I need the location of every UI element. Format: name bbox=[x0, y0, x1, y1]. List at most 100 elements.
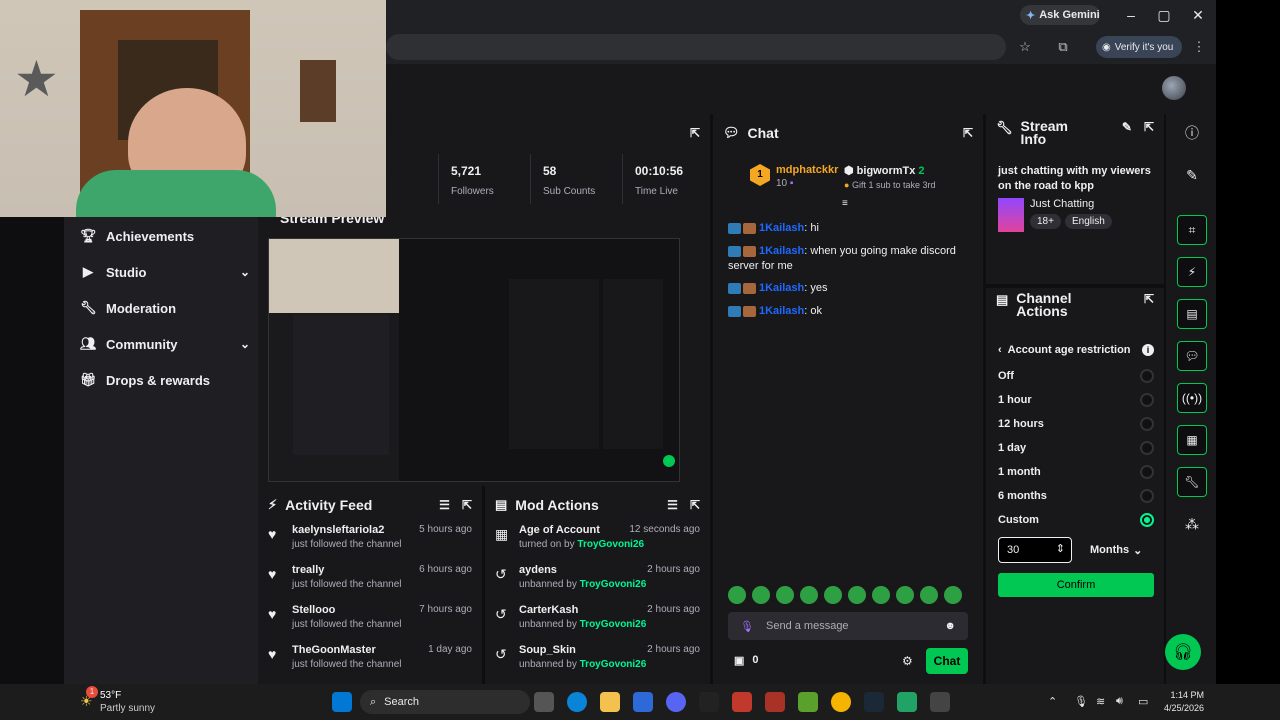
edit-pencil-icon[interactable]: ✎ bbox=[1177, 160, 1207, 190]
filter-icon[interactable]: ☰ bbox=[439, 498, 450, 512]
document-icon[interactable]: ▤ bbox=[1177, 299, 1207, 329]
popout-icon[interactable]: ⇱ bbox=[1144, 120, 1154, 134]
app-icon[interactable] bbox=[732, 692, 752, 712]
bookmark-star-icon[interactable]: ☆ bbox=[1016, 38, 1034, 56]
popout-icon[interactable]: ⇱ bbox=[690, 498, 700, 512]
radio-button[interactable] bbox=[1140, 465, 1154, 479]
taskbar-search[interactable]: ⌕ Search bbox=[360, 690, 530, 714]
close-button[interactable]: ✕ bbox=[1183, 4, 1213, 26]
app-icon[interactable] bbox=[699, 692, 719, 712]
file-explorer-icon[interactable] bbox=[600, 692, 620, 712]
cast-icon[interactable]: ⧉ bbox=[1054, 38, 1072, 56]
back-chevron-icon[interactable]: ‹ bbox=[998, 344, 1002, 356]
address-bar[interactable] bbox=[386, 34, 1006, 60]
app-icon[interactable] bbox=[897, 692, 917, 712]
sidebar-item-studio[interactable]: ▶ Studio ⌄ bbox=[80, 260, 250, 284]
duration-unit-select[interactable]: Months ⌄ bbox=[1082, 537, 1154, 563]
windows-start-icon[interactable] bbox=[332, 692, 352, 712]
weather-widget[interactable]: ☀ 1 53°F Partly sunny bbox=[80, 686, 160, 717]
clip-icon[interactable]: ⌗ bbox=[1177, 215, 1207, 245]
lightning-icon[interactable]: ⚡︎ bbox=[1177, 257, 1207, 287]
sidebar-item-drops[interactable]: 🎁︎ Drops & rewards bbox=[80, 368, 250, 392]
emote-icon[interactable] bbox=[800, 586, 818, 604]
option-off[interactable]: Off bbox=[998, 364, 1154, 388]
volume-icon[interactable]: 🔊︎ bbox=[1116, 695, 1123, 708]
microphone-icon[interactable]: 🎙︎ bbox=[740, 620, 754, 633]
app-icon[interactable] bbox=[765, 692, 785, 712]
extensions-icon[interactable]: ⁂ bbox=[1177, 509, 1207, 539]
sidebar-item-moderation[interactable]: 🔧︎ Moderation bbox=[80, 296, 250, 320]
pinned-leaderboard[interactable]: 1 mdphatckkr 10 ▪ ⬢ bigwormTx 2 ● Gift 1… bbox=[748, 160, 978, 209]
popout-icon[interactable]: ⇱ bbox=[1144, 292, 1154, 306]
tray-chevron-icon[interactable]: ⌃ bbox=[1048, 695, 1057, 708]
minimize-button[interactable]: – bbox=[1116, 4, 1146, 26]
popout-icon[interactable]: ⇱ bbox=[690, 126, 700, 140]
sidebar-item-community[interactable]: 👥︎ Community ⌄ bbox=[80, 332, 250, 356]
tag[interactable]: English bbox=[1064, 214, 1112, 229]
option-12-hours[interactable]: 12 hours bbox=[998, 412, 1154, 436]
option-1-hour[interactable]: 1 hour bbox=[998, 388, 1154, 412]
app-icon[interactable] bbox=[930, 692, 950, 712]
option-1-month[interactable]: 1 month bbox=[998, 460, 1154, 484]
info-icon[interactable]: i bbox=[1142, 344, 1154, 356]
edge-icon[interactable] bbox=[567, 692, 587, 712]
emote-icon[interactable] bbox=[872, 586, 890, 604]
emote-icon[interactable] bbox=[920, 586, 938, 604]
stream-preview-image[interactable] bbox=[268, 238, 680, 482]
microphone-icon[interactable]: 🎙︎ bbox=[1074, 695, 1088, 708]
chat-bubble-icon[interactable]: 💬︎ bbox=[1177, 341, 1207, 371]
emote-icon[interactable] bbox=[776, 586, 794, 604]
radio-button[interactable] bbox=[1140, 441, 1154, 455]
popout-icon[interactable]: ⇱ bbox=[462, 498, 472, 512]
emote-icon[interactable] bbox=[896, 586, 914, 604]
discord-icon[interactable] bbox=[666, 692, 686, 712]
expand-chevron-icon[interactable]: ≡ bbox=[842, 198, 848, 209]
user-avatar[interactable] bbox=[1162, 76, 1186, 100]
info-icon[interactable]: ⓘ bbox=[1177, 118, 1207, 148]
radio-button[interactable] bbox=[1140, 417, 1154, 431]
emote-icon[interactable] bbox=[728, 586, 746, 604]
edit-pencil-icon[interactable]: ✎ bbox=[1122, 120, 1132, 134]
task-view-icon[interactable] bbox=[534, 692, 554, 712]
store-icon[interactable] bbox=[633, 692, 653, 712]
emoji-icon[interactable]: ☻ bbox=[944, 620, 956, 632]
radio-button[interactable] bbox=[1140, 393, 1154, 407]
ask-gemini-button[interactable]: ✦ Ask Gemini bbox=[1020, 5, 1100, 25]
browser-menu-icon[interactable]: ⋮ bbox=[1190, 38, 1208, 56]
option-custom[interactable]: Custom bbox=[998, 508, 1154, 532]
option-1-day[interactable]: 1 day bbox=[998, 436, 1154, 460]
headset-help-icon[interactable]: 🎧︎ bbox=[1165, 634, 1201, 670]
emote-icon[interactable] bbox=[944, 586, 962, 604]
steam-icon[interactable] bbox=[864, 692, 884, 712]
chrome-icon[interactable] bbox=[831, 692, 851, 712]
emote-icon[interactable] bbox=[848, 586, 866, 604]
radio-button[interactable] bbox=[1140, 369, 1154, 383]
verify-button[interactable]: ◉ Verify it's you bbox=[1096, 36, 1182, 58]
chat-send-button[interactable]: Chat bbox=[926, 648, 968, 674]
emote-icon[interactable] bbox=[752, 586, 770, 604]
stepper-icon[interactable]: ⇕ bbox=[1056, 542, 1065, 555]
broadcast-icon[interactable]: ((•)) bbox=[1177, 383, 1207, 413]
chat-input[interactable]: 🎙︎ Send a message ☻ bbox=[728, 612, 968, 640]
emote-icon[interactable] bbox=[824, 586, 842, 604]
battery-icon[interactable]: ▭ bbox=[1138, 695, 1148, 708]
popout-icon[interactable]: ⇱ bbox=[963, 126, 973, 140]
option-6-months[interactable]: 6 months bbox=[998, 484, 1154, 508]
taskbar-clock[interactable]: 1:14 PM 4/25/2026 bbox=[1158, 689, 1204, 715]
custom-duration-input[interactable]: 30 ⇕ bbox=[998, 537, 1072, 563]
wrench-icon: 🔧︎ bbox=[996, 120, 1013, 135]
wrench-icon[interactable]: 🔧︎ bbox=[1177, 467, 1207, 497]
category-box-art[interactable] bbox=[998, 198, 1024, 232]
app-icon[interactable] bbox=[798, 692, 818, 712]
chat-settings-icon[interactable]: ⚙ bbox=[902, 654, 913, 668]
sidebar-item-achievements[interactable]: 🏆︎ Achievements bbox=[80, 224, 250, 248]
channel-actions-icon[interactable]: ▦ bbox=[1177, 425, 1207, 455]
wifi-icon[interactable]: ≋ bbox=[1096, 695, 1105, 708]
tag[interactable]: 18+ bbox=[1030, 214, 1061, 229]
filter-icon[interactable]: ☰ bbox=[667, 498, 678, 512]
radio-button[interactable] bbox=[1140, 489, 1154, 503]
channel-points[interactable]: ▣ 0 bbox=[734, 654, 759, 667]
confirm-button[interactable]: Confirm bbox=[998, 573, 1154, 597]
maximize-button[interactable]: ▢ bbox=[1149, 4, 1179, 26]
radio-button-selected[interactable] bbox=[1140, 513, 1154, 527]
